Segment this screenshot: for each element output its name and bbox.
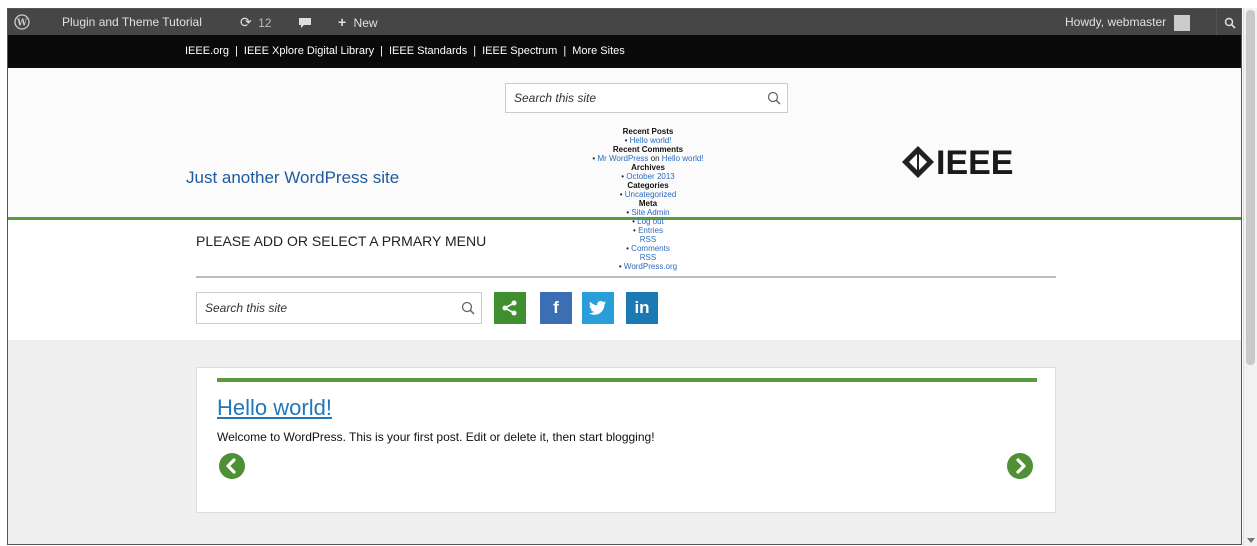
sidebar-widgets: Recent Posts Hello world! Recent Comment… [553,127,743,271]
more-sites-link[interactable]: More Sites [572,45,625,57]
wordpress-org-link[interactable]: WordPress.org [553,262,743,271]
divider: | [473,45,477,57]
new-label: New [353,16,378,30]
categories-heading: Categories [627,181,669,190]
facebook-button[interactable]: f [540,292,572,324]
site-name-link[interactable]: Plugin and Theme Tutorial [52,9,212,35]
search-icon [1224,17,1236,29]
scrollbar-thumb[interactable] [1246,10,1255,365]
ieee-logo[interactable]: IEEE [898,140,1038,184]
menu-divider [196,276,1056,278]
archives-heading: Archives [631,163,665,172]
refresh-icon: ⟳ [240,14,252,30]
recent-post-link[interactable]: Hello world! [553,136,743,145]
linkedin-button[interactable]: in [626,292,658,324]
ieee-spectrum-link[interactable]: IEEE Spectrum [482,45,557,57]
comments-rss-suffix[interactable]: RSS [553,253,743,262]
chevron-right-icon [1016,458,1026,474]
divider: | [563,45,567,57]
comments-button[interactable] [290,9,320,35]
search-icon[interactable] [461,301,475,315]
browser-viewport: W Plugin and Theme Tutorial ⟳ 12 + New H… [7,8,1242,545]
divider: | [235,45,238,57]
avatar [1173,14,1190,31]
site-name-label: Plugin and Theme Tutorial [62,15,202,29]
comment-post-link[interactable]: Hello world! [662,154,704,163]
site-tagline: Just another WordPress site [186,168,400,187]
new-content-button[interactable]: + New [330,9,386,35]
previous-post-button[interactable] [219,453,245,479]
comment-author-link[interactable]: Mr WordPress [597,154,648,163]
scroll-down-arrow-icon[interactable] [1247,538,1255,543]
comment-bubble-icon [299,17,311,28]
primary-menu-notice: PLEASE ADD OR SELECT A PRMARY MENU [196,233,487,249]
ieee-standards-link[interactable]: IEEE Standards [389,45,467,57]
howdy-label: Howdy, webmaster [1065,15,1167,29]
ieee-org-link[interactable]: IEEE.org [185,45,229,57]
comment-on-text: on [650,154,660,163]
search-placeholder: Search this site [205,301,288,315]
search-icon[interactable] [767,91,781,105]
linkedin-icon: in [634,298,650,317]
comments-rss-link[interactable]: Comments [553,244,743,253]
recent-posts-heading: Recent Posts [622,127,674,136]
site-admin-link[interactable]: Site Admin [553,208,743,217]
post-card: Hello world! Welcome to WordPress. This … [196,367,1056,513]
entries-rss-link[interactable]: Entries [553,226,743,235]
menu-search-input[interactable]: Search this site [196,292,482,324]
divider: | [380,45,383,57]
entries-rss-suffix[interactable]: RSS [553,235,743,244]
next-post-button[interactable] [1007,453,1033,479]
log-out-link[interactable]: Log out [553,217,743,226]
ieee-xplore-link[interactable]: IEEE Xplore Digital Library [244,45,374,57]
search-placeholder: Search this site [514,91,597,105]
account-menu[interactable]: Howdy, webmaster [1065,9,1190,35]
updates-button[interactable]: ⟳ 12 [234,9,277,35]
recent-comment-item: • Mr WordPress on Hello world! [592,154,704,163]
meta-heading: Meta [638,199,658,208]
post-card-accent [217,378,1037,382]
twitter-button[interactable] [582,292,614,324]
post-title-link[interactable]: Hello world! [217,395,332,421]
twitter-icon [589,301,606,315]
ieee-global-nav: IEEE.org | IEEE Xplore Digital Library | IEE… [8,35,1241,68]
vertical-scrollbar[interactable] [1243,8,1257,546]
share-button[interactable] [494,292,526,324]
wordpress-logo-icon[interactable]: W [14,9,40,35]
facebook-icon: f [553,298,559,317]
svg-text:IEEE: IEEE [936,144,1013,182]
category-link[interactable]: Uncategorized [553,190,743,199]
wp-admin-bar: W Plugin and Theme Tutorial ⟳ 12 + New H… [8,9,1241,35]
chevron-left-icon [226,458,236,474]
header-search-input[interactable]: Search this site [505,83,788,113]
updates-count: 12 [258,16,272,30]
archive-link[interactable]: October 2013 [553,172,743,181]
post-excerpt: Welcome to WordPress. This is your first… [217,430,655,444]
share-icon [502,300,517,316]
plus-icon: + [338,14,347,30]
svg-text:W: W [16,19,28,29]
recent-comments-heading: Recent Comments [612,145,684,154]
admin-search-button[interactable] [1216,9,1241,35]
